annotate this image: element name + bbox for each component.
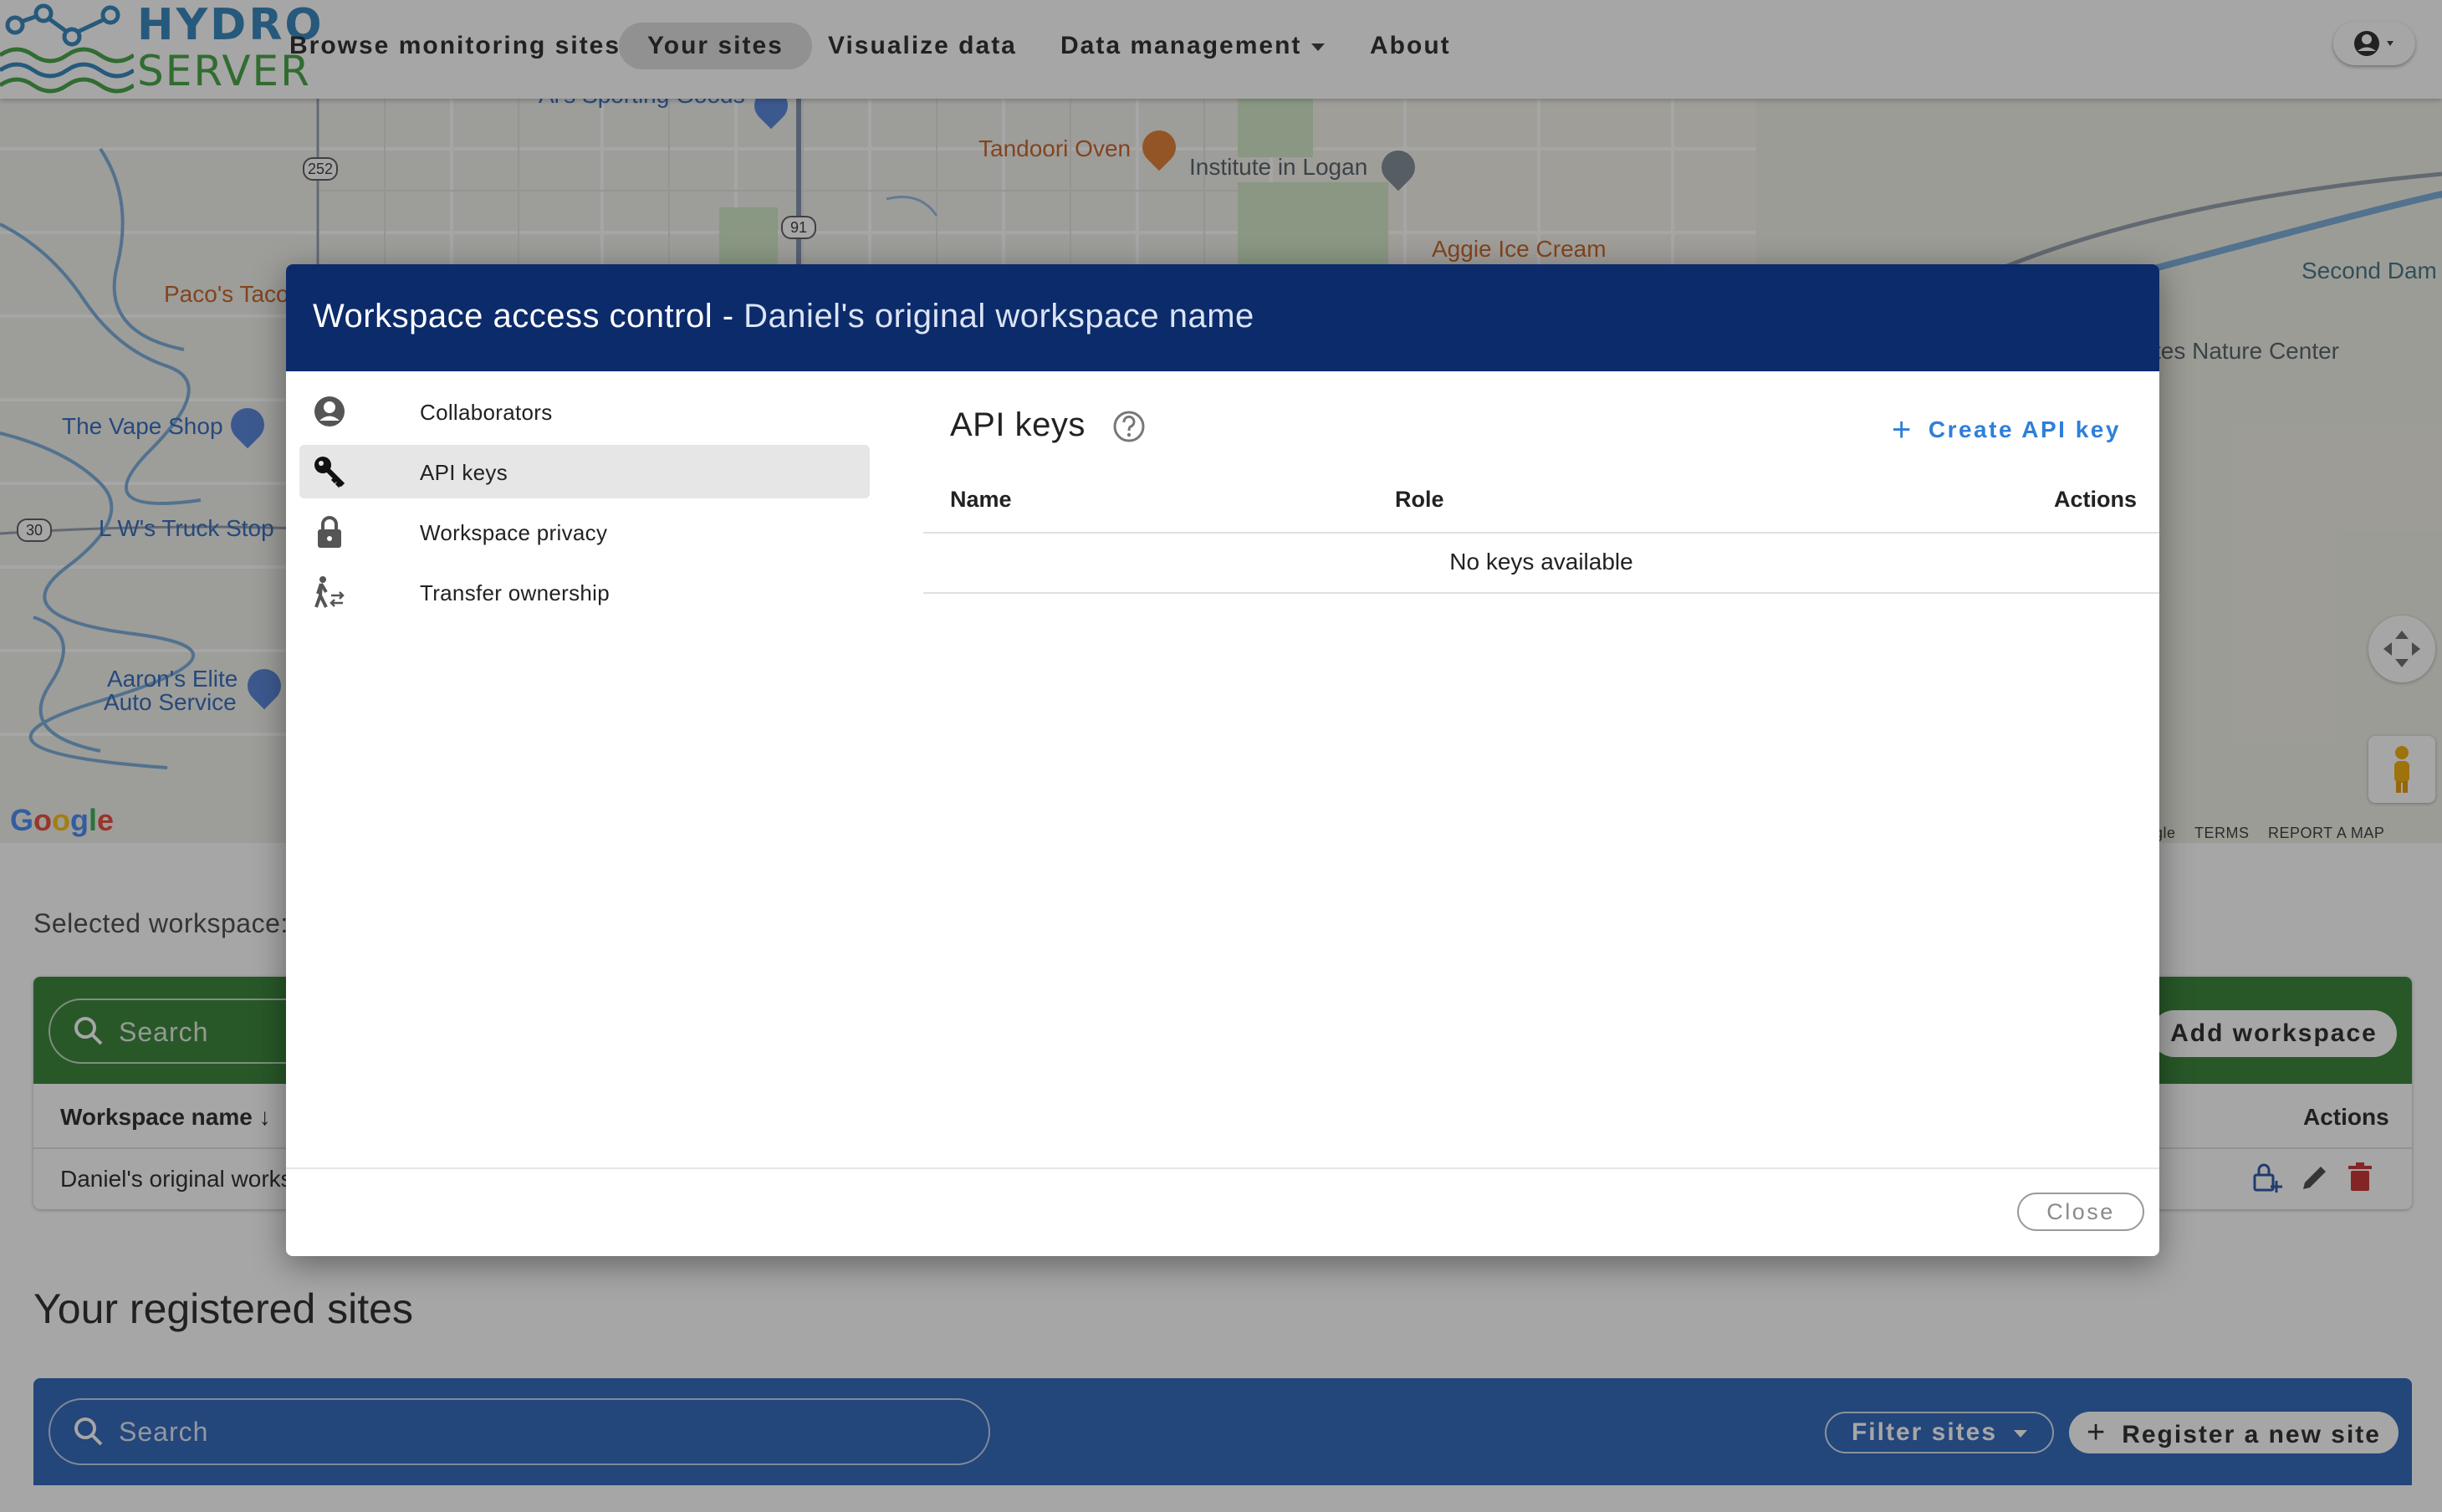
key-icon [314, 457, 345, 488]
no-keys-message: No keys available [1449, 549, 1633, 575]
sidebar-item-label: Collaborators [420, 400, 553, 425]
account-circle-icon [314, 396, 345, 427]
lock-icon [318, 516, 341, 548]
dialog-title-text: Workspace access control [313, 298, 713, 335]
dialog-title-separator: - [713, 298, 744, 335]
col-header-role: Role [1395, 487, 1444, 512]
help-circle-icon[interactable] [1112, 410, 1146, 443]
dialog-header: Workspace access control - Daniel's orig… [286, 264, 2159, 371]
sidebar-item-label: Transfer ownership [420, 580, 610, 605]
close-button[interactable]: Close [2017, 1193, 2144, 1231]
table-header-divider [923, 532, 2159, 534]
col-header-name: Name [950, 487, 1012, 512]
dialog-workspace-name: Daniel's original workspace name [743, 298, 1254, 335]
col-header-actions: Actions [2054, 487, 2138, 512]
dialog-footer-divider [286, 1167, 2159, 1169]
table-bottom-divider [923, 592, 2159, 594]
sidebar-item-workspace-privacy[interactable]: Workspace privacy [299, 505, 870, 559]
sidebar-item-api-keys[interactable]: API keys [299, 445, 870, 498]
create-api-key-button[interactable]: + Create API key [1892, 408, 2121, 448]
sidebar-item-label: Workspace privacy [420, 520, 608, 545]
plus-icon: + [1892, 411, 1913, 448]
sidebar-item-label: API keys [420, 460, 508, 485]
sidebar-item-collaborators[interactable]: Collaborators [299, 385, 870, 438]
dialog-title: Workspace access control - Daniel's orig… [313, 298, 1254, 335]
transfer-person-icon [314, 576, 345, 608]
sidebar-item-transfer-ownership[interactable]: Transfer ownership [299, 565, 870, 619]
workspace-access-dialog: Workspace access control - Daniel's orig… [286, 264, 2159, 1256]
api-keys-title: API keys [950, 406, 1086, 443]
